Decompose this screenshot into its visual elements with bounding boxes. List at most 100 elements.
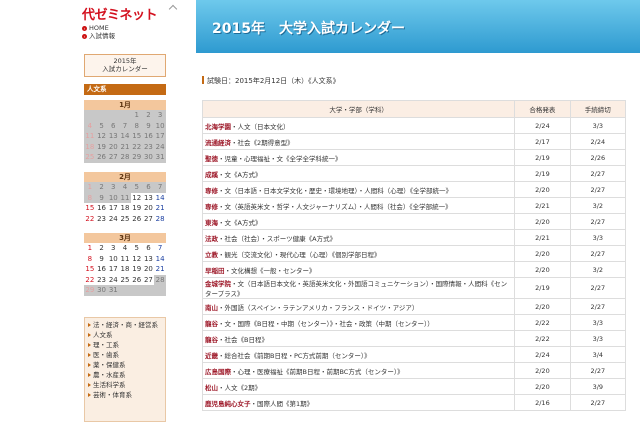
calendar-day[interactable]: 15 [130, 131, 143, 142]
site-logo[interactable]: 代ゼミネット [82, 4, 158, 23]
university-name-link[interactable]: 南山 [205, 304, 218, 312]
calendar-day[interactable]: 24 [107, 275, 119, 286]
chevron-up-icon[interactable] [168, 4, 178, 14]
calendar-day[interactable]: 14 [119, 131, 131, 142]
calendar-day[interactable]: 30 [95, 285, 108, 296]
calendar-day[interactable]: 8 [84, 254, 96, 265]
calendar-day[interactable]: 28 [154, 214, 166, 225]
calendar-day[interactable]: 24 [107, 214, 119, 225]
calendar-day[interactable]: 29 [130, 152, 143, 163]
calendar-day[interactable]: 12 [95, 131, 108, 142]
university-name-link[interactable]: 龍谷 [205, 320, 218, 328]
calendar-day[interactable]: 26 [95, 152, 108, 163]
university-name-link[interactable]: 成蹊 [205, 171, 218, 179]
university-name-link[interactable]: 早稲田 [205, 267, 225, 275]
calendar-day[interactable]: 22 [84, 214, 96, 225]
calendar-day[interactable]: 12 [131, 193, 143, 204]
category-link[interactable]: 医・歯系 [88, 350, 162, 360]
calendar-day[interactable]: 12 [131, 254, 143, 265]
calendar-day[interactable]: 20 [143, 264, 155, 275]
calendar-day[interactable]: 27 [143, 214, 155, 225]
calendar-day[interactable]: 3 [154, 110, 166, 121]
calendar-day[interactable]: 7 [154, 243, 166, 254]
calendar-day[interactable]: 6 [143, 243, 155, 254]
calendar-day[interactable]: 25 [119, 214, 131, 225]
calendar-day[interactable]: 25 [119, 275, 131, 286]
calendar-day[interactable]: 2 [96, 243, 108, 254]
home-link[interactable]: › HOME [82, 24, 115, 32]
calendar-day[interactable]: 3 [107, 182, 120, 193]
calendar-day[interactable]: 21 [154, 264, 166, 275]
calendar-day[interactable]: 30 [142, 152, 155, 163]
calendar-day[interactable]: 11 [84, 131, 96, 142]
calendar-day[interactable]: 18 [119, 203, 131, 214]
calendar-day[interactable]: 8 [130, 120, 143, 131]
university-name-link[interactable]: 鹿児島純心女子 [205, 400, 251, 408]
calendar-day[interactable]: 16 [96, 264, 108, 275]
calendar-day[interactable]: 22 [84, 275, 96, 286]
calendar-day[interactable]: 16 [142, 131, 155, 142]
calendar-day[interactable]: 17 [107, 203, 119, 214]
calendar-day[interactable]: 19 [95, 141, 108, 152]
university-name-link[interactable]: 広島国際 [205, 368, 231, 376]
calendar-day[interactable]: 1 [130, 110, 143, 121]
calendar-day[interactable]: 28 [154, 274, 166, 285]
calendar-day[interactable]: 2 [95, 182, 108, 193]
calendar-day[interactable]: 10 [154, 120, 166, 131]
calendar-day[interactable]: 19 [131, 264, 143, 275]
calendar-day[interactable]: 4 [84, 120, 96, 131]
university-name-link[interactable]: 専修 [205, 187, 218, 195]
calendar-day[interactable]: 27 [107, 152, 120, 163]
calendar-day[interactable]: 5 [95, 120, 108, 131]
calendar-day[interactable]: 1 [84, 182, 96, 193]
calendar-day[interactable]: 11 [119, 192, 131, 203]
university-name-link[interactable]: 松山 [205, 384, 218, 392]
calendar-day[interactable]: 13 [143, 254, 155, 265]
university-name-link[interactable]: 法政 [205, 235, 218, 243]
calendar-day[interactable]: 15 [84, 203, 96, 214]
university-name-link[interactable]: 立教 [205, 251, 218, 259]
calendar-day[interactable]: 31 [154, 152, 166, 163]
calendar-day[interactable]: 6 [142, 182, 155, 193]
calendar-day[interactable]: 31 [107, 285, 120, 296]
category-link[interactable]: 法・経済・商・経営系 [88, 320, 162, 330]
calendar-day[interactable]: 7 [154, 182, 166, 193]
calendar-day[interactable]: 25 [84, 152, 96, 163]
university-name-link[interactable]: 聖徳 [205, 155, 218, 163]
university-name-link[interactable]: 北海学園 [205, 123, 231, 131]
calendar-day[interactable]: 21 [154, 203, 166, 214]
calendar-day[interactable]: 5 [131, 243, 143, 254]
calendar-day[interactable]: 23 [96, 214, 108, 225]
university-name-link[interactable]: 東海 [205, 219, 218, 227]
calendar-day[interactable]: 20 [143, 203, 155, 214]
university-name-link[interactable]: 流通経済 [205, 139, 231, 147]
calendar-day[interactable]: 4 [119, 243, 131, 254]
calendar-day[interactable]: 8 [84, 192, 96, 203]
category-link[interactable]: 理・工系 [88, 340, 162, 350]
calendar-day[interactable]: 14 [154, 193, 166, 204]
calendar-day[interactable]: 9 [142, 120, 155, 131]
calendar-day[interactable]: 28 [119, 152, 131, 163]
calendar-day[interactable]: 22 [130, 141, 143, 152]
calendar-day[interactable]: 20 [107, 141, 120, 152]
university-name-link[interactable]: 近畿 [205, 352, 218, 360]
calendar-day[interactable]: 27 [143, 275, 155, 286]
calendar-day[interactable]: 4 [119, 182, 131, 193]
university-name-link[interactable]: 専修 [205, 203, 218, 211]
calendar-day[interactable]: 7 [119, 120, 131, 131]
category-link[interactable]: 生活科学系 [88, 380, 162, 390]
category-link[interactable]: 芸術・体育系 [88, 390, 162, 400]
calendar-day[interactable]: 17 [154, 131, 166, 142]
calendar-day[interactable]: 17 [107, 264, 119, 275]
calendar-day[interactable]: 29 [84, 285, 96, 296]
calendar-day[interactable]: 10 [107, 192, 120, 203]
calendar-day[interactable]: 18 [119, 264, 131, 275]
calendar-day[interactable]: 9 [95, 192, 108, 203]
calendar-day[interactable]: 6 [107, 120, 120, 131]
university-name-link[interactable]: 金城学院 [205, 280, 231, 288]
calendar-day[interactable]: 2 [142, 110, 155, 121]
calendar-day[interactable]: 23 [142, 141, 155, 152]
calendar-day[interactable]: 23 [96, 275, 108, 286]
exam-info-link[interactable]: › 入試情報 [82, 32, 115, 40]
calendar-day[interactable]: 9 [96, 254, 108, 265]
